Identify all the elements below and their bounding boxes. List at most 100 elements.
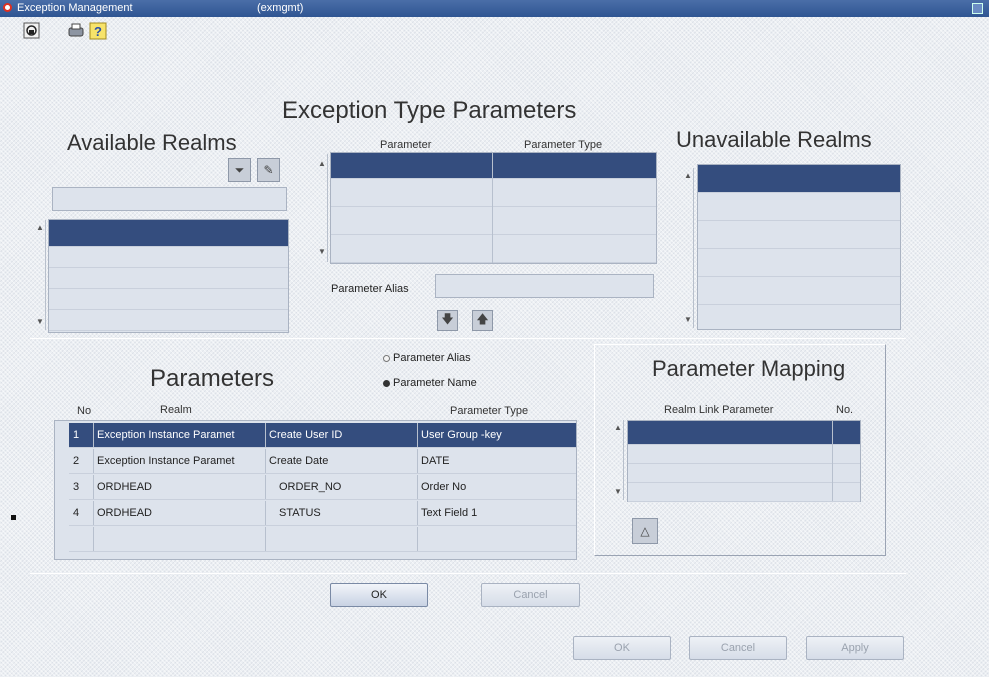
table-row[interactable]: 1 Exception Instance Paramet Create User… [69, 423, 576, 448]
exception-type-parameters-heading: Exception Type Parameters [282, 97, 577, 124]
parameter-mapping-scrollbar[interactable]: ▲ ▼ [613, 420, 624, 500]
table-row[interactable] [69, 527, 576, 552]
list-item[interactable] [628, 445, 860, 464]
list-item[interactable] [331, 153, 656, 179]
filter-icon: ⏷ [234, 162, 245, 177]
row-no: 3 [73, 481, 80, 493]
list-item[interactable] [698, 277, 900, 305]
row-parameter: ORDER_NO [279, 481, 342, 493]
scroll-down-icon[interactable]: ▼ [684, 316, 692, 324]
lock-icon[interactable] [22, 21, 41, 40]
printer-icon[interactable] [66, 21, 85, 40]
parameter-alias-input[interactable] [435, 274, 654, 298]
maximize-icon[interactable] [972, 3, 983, 14]
scroll-up-icon[interactable]: ▲ [684, 172, 692, 180]
column-separator [492, 153, 493, 263]
clear-filter-button[interactable]: ✎ [257, 158, 280, 182]
scroll-up-icon[interactable]: ▲ [318, 160, 326, 168]
table-row[interactable]: 2 Exception Instance Paramet Create Date… [69, 449, 576, 474]
column-separator [417, 423, 418, 447]
help-icon[interactable]: ? [88, 21, 107, 40]
list-item[interactable] [698, 221, 900, 249]
scroll-up-icon[interactable]: ▲ [36, 224, 44, 232]
panel-divider [30, 573, 906, 574]
scroll-down-icon[interactable]: ▼ [36, 318, 44, 326]
column-separator [265, 449, 266, 473]
row-parameter: STATUS [279, 507, 321, 519]
table-row[interactable]: 4 ORDHEAD STATUS Text Field 1 [69, 501, 576, 526]
row-no: 4 [73, 507, 80, 519]
column-separator [93, 501, 94, 525]
oracle-logo-icon [3, 3, 12, 12]
scroll-down-icon[interactable]: ▼ [318, 248, 326, 256]
parameter-mapping-list[interactable] [627, 420, 861, 502]
column-separator [93, 475, 94, 499]
filter-button[interactable]: ⏷ [228, 158, 251, 182]
list-item[interactable] [331, 179, 656, 207]
list-item[interactable] [698, 165, 900, 193]
realm-filter-input[interactable] [52, 187, 287, 211]
move-down-button[interactable]: 🡇 [437, 310, 458, 331]
parameter-name-radio[interactable]: Parameter Name [383, 377, 477, 389]
arrow-up-icon: 🡅 [476, 312, 489, 326]
column-separator [265, 527, 266, 551]
list-item[interactable] [628, 421, 860, 445]
row-type: DATE [421, 455, 450, 467]
scroll-up-icon[interactable]: ▲ [614, 424, 622, 432]
eraser-icon: ✎ [263, 163, 274, 177]
unavailable-realms-list[interactable] [697, 164, 901, 330]
exception-parameters-list[interactable] [330, 152, 657, 264]
parameter-type-column-header: Parameter Type [524, 139, 603, 151]
exception-parameters-scrollbar[interactable]: ▲ ▼ [317, 154, 328, 262]
table-row[interactable]: 3 ORDHEAD ORDER_NO Order No [69, 475, 576, 500]
parameter-column-header: Parameter [380, 139, 432, 151]
inner-cancel-button[interactable]: Cancel [481, 583, 580, 607]
svg-text:?: ? [94, 24, 102, 39]
parameters-table[interactable]: 1 Exception Instance Paramet Create User… [54, 420, 577, 560]
column-separator [832, 421, 833, 501]
parameter-type-column-header: Parameter Type [450, 405, 529, 417]
row-realm: ORDHEAD [97, 481, 153, 493]
column-separator [93, 527, 94, 551]
apply-button[interactable]: Apply [806, 636, 904, 660]
column-separator [417, 475, 418, 499]
row-parameter: Create Date [269, 455, 329, 467]
unavailable-realms-scrollbar[interactable]: ▲ ▼ [683, 168, 694, 328]
row-type: Text Field 1 [421, 507, 478, 519]
move-up-button[interactable]: 🡅 [472, 310, 493, 331]
marker-dot [11, 515, 16, 520]
window-subtitle: (exmgmt) [257, 2, 304, 14]
list-item[interactable] [49, 247, 288, 268]
ok-button[interactable]: OK [573, 636, 671, 660]
row-parameter: Create User ID [269, 429, 343, 441]
row-type: Order No [421, 481, 467, 493]
parameter-alias-radio[interactable]: Parameter Alias [383, 352, 471, 364]
column-separator [417, 527, 418, 551]
list-item[interactable] [698, 193, 900, 221]
list-item[interactable] [49, 268, 288, 289]
list-item[interactable] [698, 249, 900, 277]
scroll-down-icon[interactable]: ▼ [614, 488, 622, 496]
list-item[interactable] [49, 220, 288, 247]
panel-divider [30, 338, 906, 339]
mapping-no-column-header: No. [836, 404, 854, 416]
inner-ok-button[interactable]: OK [330, 583, 428, 607]
realm-link-parameter-column-header: Realm Link Parameter [664, 404, 774, 416]
list-item[interactable] [49, 310, 288, 331]
list-item[interactable] [331, 207, 656, 235]
mapping-button[interactable]: △ [632, 518, 658, 544]
list-item[interactable] [628, 483, 860, 502]
no-column-header: No [77, 405, 92, 417]
cancel-button[interactable]: Cancel [689, 636, 787, 660]
list-item[interactable] [628, 464, 860, 483]
parameters-heading: Parameters [150, 365, 275, 392]
available-realms-list[interactable] [48, 219, 289, 333]
column-separator [265, 501, 266, 525]
available-realms-heading: Available Realms [67, 130, 237, 155]
column-separator [93, 423, 94, 447]
parameter-alias-radio-label: Parameter Alias [393, 352, 471, 364]
list-item[interactable] [331, 235, 656, 263]
row-type: User Group -key [421, 429, 502, 441]
list-item[interactable] [49, 289, 288, 310]
available-realms-scrollbar[interactable]: ▲ ▼ [35, 220, 46, 330]
